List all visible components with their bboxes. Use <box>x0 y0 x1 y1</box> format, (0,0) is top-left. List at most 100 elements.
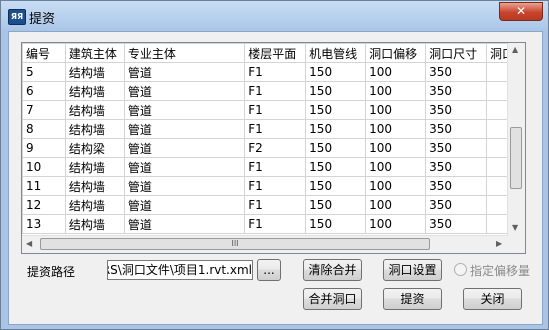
table-cell[interactable]: 150 <box>305 81 367 101</box>
table-cell[interactable]: 350 <box>425 157 488 177</box>
table-cell[interactable]: 6 <box>22 81 66 101</box>
table-cell[interactable]: F1 <box>244 195 307 215</box>
scroll-left-icon[interactable]: ◀ <box>26 239 32 248</box>
table-cell[interactable]: 150 <box>305 195 367 215</box>
horizontal-scrollbar[interactable]: ◀ III ▶ <box>22 235 508 253</box>
table-cell[interactable]: 5 <box>22 62 66 82</box>
table-cell[interactable]: 100 <box>365 119 427 139</box>
table-cell[interactable]: 13 <box>22 214 66 234</box>
table-cell[interactable]: 结构墙 <box>64 195 125 215</box>
column-header[interactable]: 机电管线 <box>305 43 367 63</box>
hole-data-grid[interactable]: 编号 建筑主体 专业主体 楼层平面 机电管线 洞口偏移 洞口尺寸 洞口 5 结构墙 管道 F1 150… <box>21 42 526 254</box>
vertical-scroll-thumb[interactable] <box>510 127 522 189</box>
table-cell[interactable]: 350 <box>425 81 488 101</box>
clear-merge-button[interactable]: 清除合并 <box>303 259 362 281</box>
table-cell[interactable]: 100 <box>365 62 427 82</box>
table-cell[interactable]: 150 <box>305 157 367 177</box>
table-cell[interactable]: 100 <box>365 138 427 158</box>
table-row[interactable]: 11 结构墙 管道 F1 150 100 350 <box>22 176 525 196</box>
table-cell[interactable]: 150 <box>305 214 367 234</box>
table-cell[interactable]: 结构墙 <box>64 81 125 101</box>
table-cell[interactable]: F1 <box>244 176 307 196</box>
table-cell[interactable]: F1 <box>244 157 307 177</box>
table-cell[interactable]: 管道 <box>123 62 246 82</box>
table-cell[interactable]: F1 <box>244 100 307 120</box>
table-cell[interactable]: 350 <box>425 214 488 234</box>
table-cell[interactable]: 管道 <box>123 176 246 196</box>
table-cell[interactable]: 管道 <box>123 81 246 101</box>
table-cell[interactable]: 12 <box>22 195 66 215</box>
table-cell[interactable]: 10 <box>22 157 66 177</box>
horizontal-scroll-thumb[interactable]: III <box>40 238 430 250</box>
table-cell[interactable]: 结构墙 <box>64 119 125 139</box>
table-cell[interactable]: 100 <box>365 195 427 215</box>
table-cell[interactable]: 结构墙 <box>64 176 125 196</box>
column-header[interactable]: 专业主体 <box>123 43 246 63</box>
table-cell[interactable]: 350 <box>425 176 488 196</box>
table-cell[interactable]: 350 <box>425 195 488 215</box>
table-cell[interactable]: F1 <box>244 214 307 234</box>
scroll-down-icon[interactable]: ▼ <box>512 223 518 232</box>
browse-button[interactable]: ... <box>257 259 281 281</box>
table-cell[interactable]: F1 <box>244 81 307 101</box>
table-row[interactable]: 10 结构墙 管道 F1 150 100 350 <box>22 157 525 177</box>
table-row[interactable]: 5 结构墙 管道 F1 150 100 350 <box>22 62 525 82</box>
table-cell[interactable]: 管道 <box>123 195 246 215</box>
path-input[interactable]: i-TSRS\洞口文件\项目1.rvt.xml <box>107 260 253 280</box>
table-cell[interactable]: 管道 <box>123 157 246 177</box>
title-bar[interactable]: ЯЯ 提资 ✕ <box>1 1 548 31</box>
table-cell[interactable]: 100 <box>365 81 427 101</box>
table-cell[interactable]: 11 <box>22 176 66 196</box>
table-cell[interactable]: 9 <box>22 138 66 158</box>
close-button[interactable]: 关闭 <box>463 288 522 310</box>
table-cell[interactable]: 结构墙 <box>64 157 125 177</box>
scroll-right-icon[interactable]: ▶ <box>496 239 502 248</box>
table-cell[interactable]: F2 <box>244 138 307 158</box>
app-logo-icon: ЯЯ <box>8 9 26 25</box>
table-cell[interactable]: 100 <box>365 176 427 196</box>
column-header[interactable]: 洞口偏移 <box>365 43 427 63</box>
table-cell[interactable]: 结构梁 <box>64 138 125 158</box>
column-header[interactable]: 楼层平面 <box>244 43 307 63</box>
table-cell[interactable]: 管道 <box>123 214 246 234</box>
table-row[interactable]: 7 结构墙 管道 F1 150 100 350 <box>22 100 525 120</box>
table-cell[interactable]: 结构墙 <box>64 62 125 82</box>
submit-button[interactable]: 提资 <box>383 288 442 310</box>
window-close-button[interactable]: ✕ <box>499 2 543 21</box>
hole-table: 编号 建筑主体 专业主体 楼层平面 机电管线 洞口偏移 洞口尺寸 洞口 5 结构墙 管道 F1 150… <box>22 43 525 234</box>
table-row[interactable]: 13 结构墙 管道 F1 150 100 350 <box>22 214 525 234</box>
table-row[interactable]: 8 结构墙 管道 F1 150 100 350 <box>22 119 525 139</box>
table-row[interactable]: 12 结构墙 管道 F1 150 100 350 <box>22 195 525 215</box>
table-cell[interactable]: 350 <box>425 138 488 158</box>
table-cell[interactable]: 8 <box>22 119 66 139</box>
table-cell[interactable]: 150 <box>305 176 367 196</box>
table-cell[interactable]: 管道 <box>123 119 246 139</box>
table-cell[interactable]: 150 <box>305 119 367 139</box>
table-cell[interactable]: 100 <box>365 214 427 234</box>
table-cell[interactable]: 350 <box>425 62 488 82</box>
table-cell[interactable]: F1 <box>244 119 307 139</box>
vertical-scrollbar[interactable]: ▲ ▼ <box>507 43 525 236</box>
merge-holes-button[interactable]: 合并洞口 <box>303 288 362 310</box>
table-row[interactable]: 6 结构墙 管道 F1 150 100 350 <box>22 81 525 101</box>
offset-radio[interactable] <box>454 263 467 276</box>
table-cell[interactable]: 150 <box>305 62 367 82</box>
table-cell[interactable]: 结构墙 <box>64 214 125 234</box>
column-header[interactable]: 编号 <box>22 43 66 63</box>
table-cell[interactable]: 150 <box>305 138 367 158</box>
table-cell[interactable]: 7 <box>22 100 66 120</box>
table-row[interactable]: 9 结构梁 管道 F2 150 100 350 <box>22 138 525 158</box>
table-cell[interactable]: 管道 <box>123 138 246 158</box>
table-cell[interactable]: 100 <box>365 157 427 177</box>
column-header[interactable]: 洞口尺寸 <box>425 43 488 63</box>
table-cell[interactable]: 350 <box>425 119 488 139</box>
scroll-up-icon[interactable]: ▲ <box>512 45 518 54</box>
table-cell[interactable]: 100 <box>365 100 427 120</box>
table-cell[interactable]: 350 <box>425 100 488 120</box>
table-cell[interactable]: 管道 <box>123 100 246 120</box>
table-cell[interactable]: 结构墙 <box>64 100 125 120</box>
table-cell[interactable]: F1 <box>244 62 307 82</box>
hole-settings-button[interactable]: 洞口设置 <box>383 259 442 281</box>
table-cell[interactable]: 150 <box>305 100 367 120</box>
column-header[interactable]: 建筑主体 <box>64 43 125 63</box>
